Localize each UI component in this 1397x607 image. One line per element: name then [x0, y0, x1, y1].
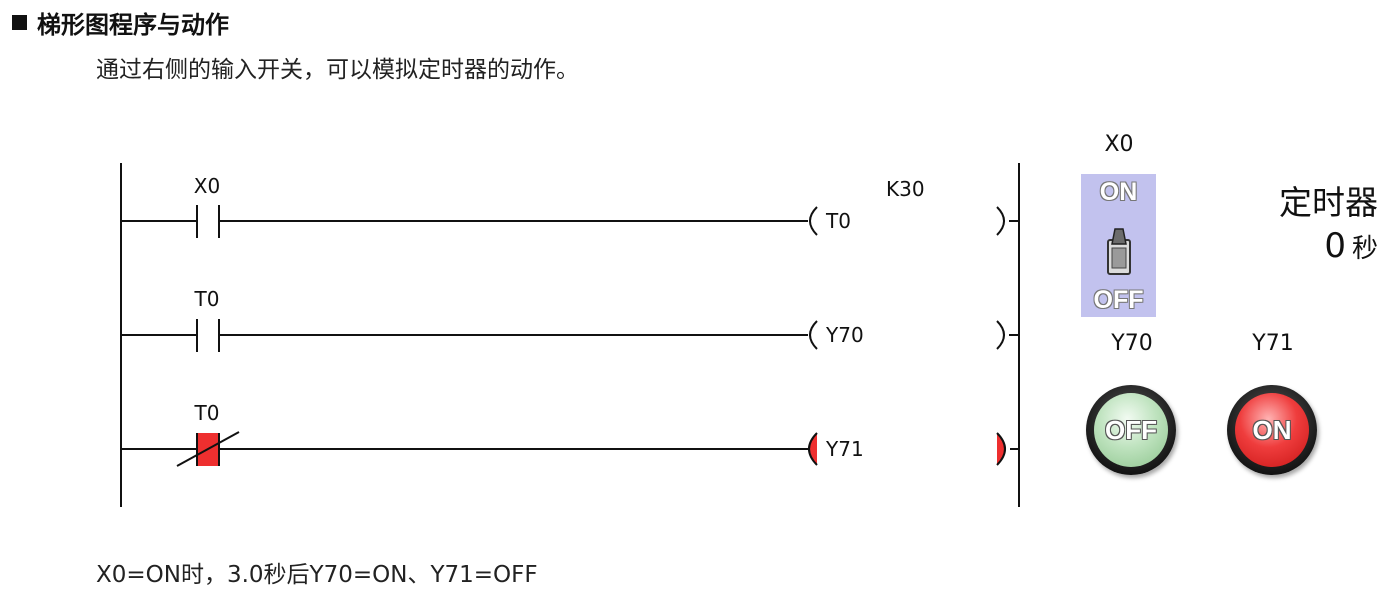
coil-t0-left-arc — [809, 206, 818, 236]
footer-note: X0=ON时，3.0秒后Y70=ON、Y71=OFF — [96, 562, 538, 588]
lamp-label-y70: Y70 — [1111, 331, 1153, 356]
rung-1: X0 T0 K30 — [121, 174, 1019, 238]
rung-2: T0 Y70 — [121, 287, 1019, 352]
toggle-off-text: OFF — [1093, 286, 1144, 314]
y70-indicator-lamp: OFF — [1086, 385, 1176, 475]
timer-readout: 0秒 — [1240, 226, 1378, 266]
switch-label-x0: X0 — [1104, 132, 1134, 157]
timer-unit: 秒 — [1351, 234, 1378, 264]
x0-toggle-switch[interactable]: ON OFF — [1081, 174, 1156, 317]
coil-label-t0: T0 — [825, 209, 851, 233]
coil-t0-right-arc — [996, 206, 1005, 236]
contact-label-x0: X0 — [194, 174, 220, 198]
y70-lamp-state: OFF — [1105, 414, 1157, 445]
timer-constant-label: K30 — [886, 177, 925, 201]
y71-lamp-state: ON — [1252, 414, 1292, 445]
toggle-lever-icon — [1107, 228, 1131, 275]
coil-label-y70: Y70 — [825, 323, 864, 347]
ladder-diagram: X0 T0 K30 T0 Y70 T0 Y71 — [120, 163, 1020, 507]
contact-label-t0-nc: T0 — [194, 401, 220, 425]
coil-y70-left-arc — [809, 320, 818, 350]
toggle-on-text: ON — [1099, 178, 1138, 206]
y71-indicator-lamp: ON — [1227, 385, 1317, 475]
contact-label-t0: T0 — [194, 287, 220, 311]
coil-label-y71: Y71 — [825, 437, 864, 461]
coil-y70-right-arc — [996, 320, 1005, 350]
lamp-label-y71: Y71 — [1252, 331, 1294, 356]
timer-value: 0 — [1324, 226, 1346, 266]
rung-3: T0 Y71 — [121, 401, 1019, 467]
timer-title: 定时器 — [1279, 183, 1378, 222]
